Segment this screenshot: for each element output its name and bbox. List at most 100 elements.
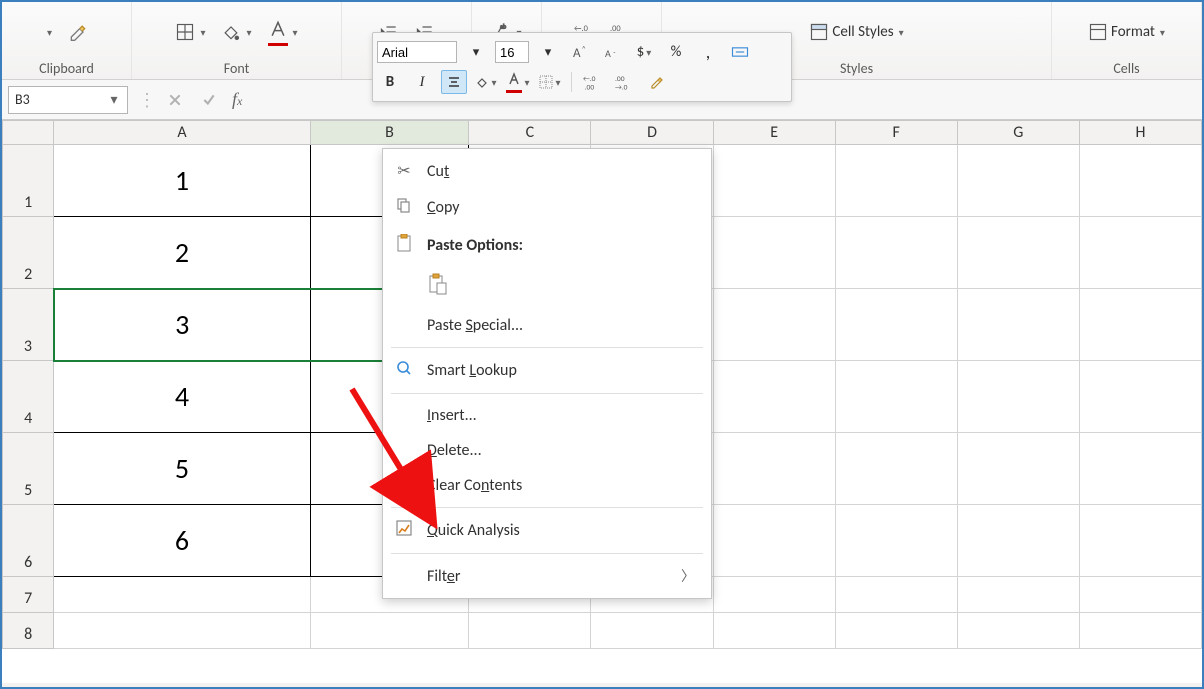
cell[interactable]: [713, 145, 835, 217]
cell[interactable]: 4: [54, 361, 310, 433]
cell[interactable]: [54, 577, 310, 613]
cell[interactable]: [835, 289, 957, 361]
column-header[interactable]: H: [1079, 121, 1201, 145]
cell[interactable]: [713, 613, 835, 649]
menu-item-copy[interactable]: Copy: [383, 189, 711, 226]
decrease-decimal-mini-button[interactable]: .00→.0: [612, 70, 638, 94]
cell[interactable]: [591, 613, 713, 649]
format-button[interactable]: Format: [1084, 20, 1169, 44]
borders-button[interactable]: [171, 20, 209, 44]
row-header[interactable]: 8: [3, 613, 54, 649]
column-header[interactable]: D: [591, 121, 713, 145]
cell[interactable]: [835, 577, 957, 613]
increase-font-button[interactable]: A^: [567, 40, 593, 64]
cell[interactable]: [957, 361, 1079, 433]
cell[interactable]: [713, 505, 835, 577]
font-color-mini-button[interactable]: [505, 70, 531, 94]
row-header[interactable]: 7: [3, 577, 54, 613]
cell[interactable]: [957, 289, 1079, 361]
cell[interactable]: [957, 433, 1079, 505]
cell[interactable]: [1079, 433, 1201, 505]
menu-item-cut[interactable]: ✂ Cut: [383, 153, 711, 189]
menu-item-paste-default[interactable]: [383, 265, 711, 308]
cell[interactable]: [713, 577, 835, 613]
fill-color-mini-button[interactable]: [473, 70, 499, 94]
clipboard-dropdown[interactable]: [41, 24, 56, 41]
format-painter-button[interactable]: [64, 20, 92, 44]
cell[interactable]: 6: [54, 505, 310, 577]
cell[interactable]: [1079, 505, 1201, 577]
comma-style-button[interactable]: ,: [695, 40, 721, 64]
menu-item-smart-lookup[interactable]: Smart Lookup: [383, 352, 711, 389]
menu-item-insert[interactable]: Insert...: [383, 398, 711, 433]
italic-button[interactable]: I: [409, 70, 435, 94]
cell[interactable]: [957, 505, 1079, 577]
percent-button[interactable]: %: [663, 40, 689, 64]
cell[interactable]: [1079, 217, 1201, 289]
row-header[interactable]: 3: [3, 289, 54, 361]
cell[interactable]: [713, 217, 835, 289]
select-all-corner[interactable]: [3, 121, 54, 145]
cell[interactable]: [310, 613, 469, 649]
column-header[interactable]: E: [713, 121, 835, 145]
cell[interactable]: [835, 613, 957, 649]
column-header[interactable]: F: [835, 121, 957, 145]
cell[interactable]: [957, 145, 1079, 217]
row-header[interactable]: 1: [3, 145, 54, 217]
cell[interactable]: [957, 613, 1079, 649]
cell[interactable]: 2: [54, 217, 310, 289]
borders-mini-button[interactable]: [537, 70, 563, 94]
bold-button[interactable]: B: [377, 70, 403, 94]
cell[interactable]: [1079, 613, 1201, 649]
accounting-format-button[interactable]: $: [631, 40, 657, 64]
cell[interactable]: [957, 577, 1079, 613]
cell[interactable]: [957, 217, 1079, 289]
cell[interactable]: [713, 433, 835, 505]
menu-item-paste-special[interactable]: Paste Special...: [383, 308, 711, 343]
format-painter-mini-button[interactable]: [644, 70, 670, 94]
cell[interactable]: [1079, 145, 1201, 217]
row-header[interactable]: 5: [3, 433, 54, 505]
increase-decimal-mini-button[interactable]: ←.0.00: [580, 70, 606, 94]
cell[interactable]: [835, 361, 957, 433]
cell[interactable]: [835, 217, 957, 289]
cell[interactable]: [1079, 289, 1201, 361]
column-header[interactable]: G: [957, 121, 1079, 145]
font-name-input[interactable]: [377, 41, 457, 63]
merge-center-button[interactable]: [727, 40, 753, 64]
cell-styles-button[interactable]: Cell Styles: [805, 20, 907, 44]
cancel-edit-button[interactable]: [164, 91, 186, 109]
cell[interactable]: 1: [54, 145, 310, 217]
fill-color-button[interactable]: [217, 20, 255, 44]
cell[interactable]: 5: [54, 433, 310, 505]
font-size-input[interactable]: [495, 41, 529, 63]
column-header[interactable]: A: [54, 121, 310, 145]
font-color-button[interactable]: [264, 17, 302, 48]
cell[interactable]: [1079, 361, 1201, 433]
cell[interactable]: [835, 505, 957, 577]
cell[interactable]: [713, 361, 835, 433]
row-header[interactable]: 6: [3, 505, 54, 577]
column-header[interactable]: C: [469, 121, 591, 145]
cell[interactable]: [469, 613, 591, 649]
menu-item-clear-contents[interactable]: Clear Contents: [383, 468, 711, 503]
font-name-dropdown[interactable]: ▾: [463, 40, 489, 64]
decrease-font-button[interactable]: Aˇ: [599, 40, 625, 64]
row-header[interactable]: 4: [3, 361, 54, 433]
center-align-button[interactable]: [441, 70, 467, 94]
column-header[interactable]: B: [310, 121, 469, 145]
cell[interactable]: 3: [54, 289, 310, 361]
table-row[interactable]: 8: [3, 613, 1202, 649]
fx-icon[interactable]: fx: [232, 89, 242, 110]
cell[interactable]: [835, 433, 957, 505]
cell[interactable]: [1079, 577, 1201, 613]
chevron-down-icon[interactable]: ▾: [107, 91, 121, 108]
font-size-dropdown[interactable]: ▾: [535, 40, 561, 64]
menu-item-filter[interactable]: Filter 〉: [383, 558, 711, 594]
menu-item-quick-analysis[interactable]: Quick Analysis: [383, 512, 711, 549]
cell[interactable]: [54, 613, 310, 649]
cell[interactable]: [713, 289, 835, 361]
name-box[interactable]: B3 ▾: [8, 86, 128, 114]
cell[interactable]: [835, 145, 957, 217]
row-header[interactable]: 2: [3, 217, 54, 289]
